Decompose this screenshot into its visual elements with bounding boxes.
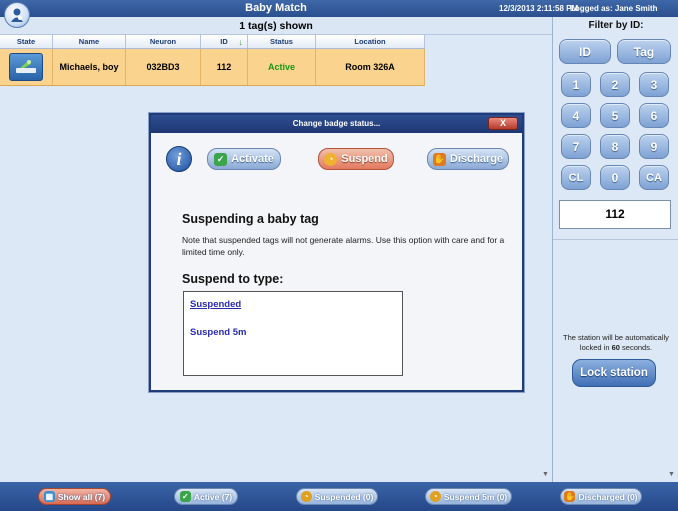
check-icon: ✓ <box>179 491 191 502</box>
suspended-filter-label: Suspended (0) <box>314 491 374 502</box>
id-filter-field[interactable]: 112 <box>559 200 671 229</box>
show-all-button[interactable]: ▦ Show all (7) <box>38 488 111 505</box>
info-icon: i <box>166 146 192 172</box>
key-8-button[interactable]: 8 <box>600 134 630 159</box>
activate-button[interactable]: ✓ Activate <box>207 148 281 170</box>
logged-as: Logged as: Jane Smith <box>570 4 658 13</box>
panel-scroll-down-icon[interactable]: ▼ <box>668 471 675 478</box>
clear-button[interactable]: CL <box>561 165 591 190</box>
key-0-button[interactable]: 0 <box>600 165 630 190</box>
scroll-down-icon[interactable]: ▼ <box>542 471 549 478</box>
table-row[interactable]: Michaels, boy 032BD3 112 Active Room 326… <box>0 49 425 86</box>
column-location[interactable]: Location <box>316 35 425 48</box>
discharge-button[interactable]: ✋ Discharge <box>427 148 509 170</box>
key-3-button[interactable]: 3 <box>639 72 669 97</box>
key-5-button[interactable]: 5 <box>600 103 630 128</box>
status-cell: Active <box>248 49 316 85</box>
option-suspend-5m-link[interactable]: Suspend 5m <box>190 327 247 338</box>
suspend-button[interactable]: ◔ Suspend <box>318 148 394 170</box>
filter-label: Filter by ID: <box>588 20 644 31</box>
active-filter-label: Active (7) <box>193 491 233 502</box>
activate-label: Activate <box>231 153 274 165</box>
state-cell <box>0 49 53 85</box>
suspended-filter-button[interactable]: ◔ Suspended (0) <box>296 488 378 505</box>
suspend-type-list: Suspended Suspend 5m <box>183 291 403 376</box>
key-9-button[interactable]: 9 <box>639 134 669 159</box>
key-4-button[interactable]: 4 <box>561 103 591 128</box>
column-name[interactable]: Name <box>53 35 126 48</box>
sort-down-icon: ↓ <box>238 37 244 47</box>
filter-panel: Filter by ID: ID Tag 1 2 3 4 5 6 7 8 9 C… <box>552 17 678 482</box>
active-filter-button[interactable]: ✓ Active (7) <box>174 488 238 505</box>
status-filter-bar: ▦ Show all (7) ✓ Active (7) ◔ Suspended (0)… <box>0 482 678 511</box>
dialog-note: Note that suspended tags will not genera… <box>182 235 505 257</box>
change-status-dialog: Change badge status... X i ✓ Activate ◔ Su… <box>149 113 524 392</box>
key-6-button[interactable]: 6 <box>639 103 669 128</box>
suspend-5m-icon: ◔ <box>429 491 441 502</box>
hand-icon: ✋ <box>564 491 576 502</box>
column-status[interactable]: Status <box>248 35 316 48</box>
dialog-title-bar: Change badge status... X <box>151 115 522 133</box>
suspend-type-heading: Suspend to type: <box>182 272 284 286</box>
discharged-filter-label: Discharged (0) <box>578 491 638 502</box>
hand-icon: ✋ <box>432 152 446 166</box>
filter-id-button[interactable]: ID <box>559 39 611 64</box>
panel-divider <box>553 239 678 240</box>
app-title: Baby Match <box>245 2 307 14</box>
column-id-label: ID <box>220 37 228 46</box>
lock-note: The station will be automatically locked… <box>557 333 675 353</box>
suspend5m-filter-label: Suspend 5m (0) <box>443 491 508 502</box>
discharged-filter-button[interactable]: ✋ Discharged (0) <box>560 488 642 505</box>
filter-tag-button[interactable]: Tag <box>617 39 671 64</box>
key-7-button[interactable]: 7 <box>561 134 591 159</box>
column-state[interactable]: State <box>0 35 53 48</box>
app-logo-icon[interactable] <box>4 2 30 28</box>
suspend-icon: ◔ <box>300 491 312 502</box>
dialog-title: Change badge status... <box>292 119 381 128</box>
id-cell: 112 <box>201 49 248 85</box>
lock-station-button[interactable]: Lock station <box>572 359 656 387</box>
tag-count: 1 tag(s) shown <box>0 17 552 35</box>
show-all-label: Show all (7) <box>57 491 106 502</box>
column-id[interactable]: ID ↓ <box>201 35 248 48</box>
show-all-icon: ▦ <box>43 491 55 502</box>
discharge-label: Discharge <box>449 153 504 165</box>
neuron-cell: 032BD3 <box>126 49 201 85</box>
active-tag-icon <box>9 53 43 81</box>
key-1-button[interactable]: 1 <box>561 72 591 97</box>
datetime: 12/3/2013 2:11:58 PM <box>499 4 579 13</box>
location-cell: Room 326A <box>316 49 425 85</box>
list-header: State Name Neuron ID ↓ Status Location <box>0 35 425 49</box>
name-cell: Michaels, boy <box>53 49 126 85</box>
option-suspended-link[interactable]: Suspended <box>190 299 241 310</box>
clear-all-button[interactable]: CA <box>639 165 669 190</box>
lock-seconds: 60 <box>611 343 620 352</box>
suspend5m-filter-button[interactable]: ◔ Suspend 5m (0) <box>425 488 512 505</box>
close-button[interactable]: X <box>488 117 518 130</box>
dialog-heading: Suspending a baby tag <box>182 212 319 226</box>
title-bar: Baby Match 12/3/2013 2:11:58 PM Logged a… <box>0 0 678 17</box>
suspend-label: Suspend <box>341 153 388 165</box>
key-2-button[interactable]: 2 <box>600 72 630 97</box>
lock-note-suffix: seconds. <box>619 343 653 352</box>
check-icon: ✓ <box>214 152 228 166</box>
column-neuron[interactable]: Neuron <box>126 35 201 48</box>
suspend-icon: ◔ <box>324 152 338 166</box>
